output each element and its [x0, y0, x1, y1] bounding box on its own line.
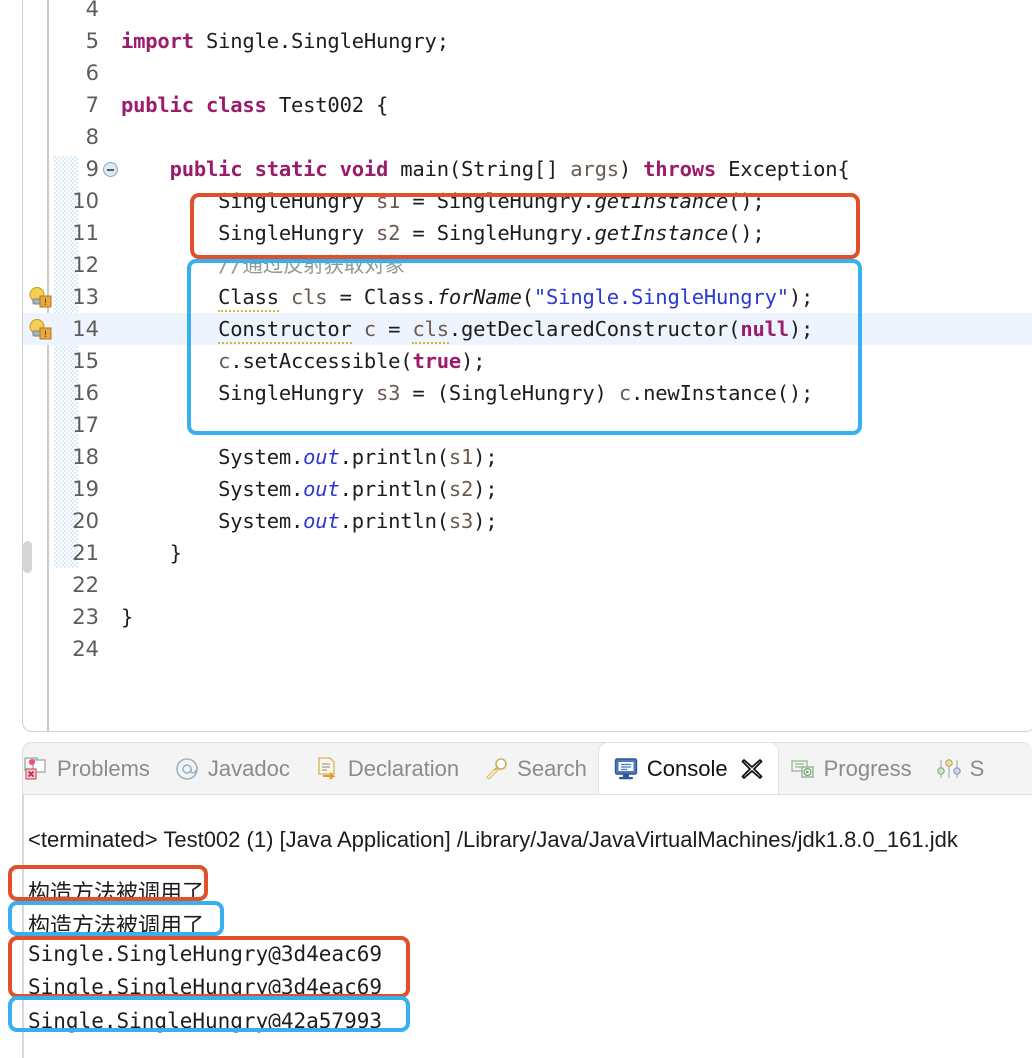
line-number: 11	[72, 221, 99, 245]
servers-icon	[936, 756, 962, 782]
progress-icon	[790, 756, 816, 782]
eclipse-ide-screenshot: 4 5 import Single.SingleHungry; 6 7 publ…	[0, 0, 1032, 1058]
tab-problems[interactable]: Problems	[23, 743, 162, 795]
code-line[interactable]: 21 }	[23, 537, 1032, 569]
tab-console[interactable]: Console	[598, 743, 778, 795]
code-line[interactable]: 7 public class Test002 {	[23, 89, 1032, 121]
code-text: }	[121, 605, 134, 629]
close-icon[interactable]	[740, 757, 764, 781]
line-number: 6	[85, 61, 99, 85]
code-line[interactable]: 6	[23, 57, 1032, 89]
javadoc-icon	[174, 756, 200, 782]
code-line-active[interactable]: ! 14 Constructor c = cls.getDeclaredCons…	[23, 313, 1032, 345]
code-line[interactable]: 23 }	[23, 601, 1032, 633]
code-line[interactable]: 17	[23, 409, 1032, 441]
line-number: 13	[72, 285, 99, 309]
line-number: 24	[72, 637, 99, 661]
code-text: System.out.println(s1);	[121, 445, 498, 469]
code-line[interactable]: 16 SingleHungry s3 = (SingleHungry) c.ne…	[23, 377, 1032, 409]
line-number: 16	[72, 381, 99, 405]
code-line[interactable]: 22	[23, 569, 1032, 601]
console-output-area[interactable]: <terminated> Test002 (1) [Java Applicati…	[0, 795, 1032, 1058]
code-text: SingleHungry s3 = (SingleHungry) c.newIn…	[121, 381, 814, 405]
code-line[interactable]: 19 System.out.println(s2);	[23, 473, 1032, 505]
tab-label: Declaration	[347, 756, 460, 781]
code-text: import Single.SingleHungry;	[121, 29, 449, 53]
code-text: Class cls = Class.forName("Single.Single…	[121, 281, 813, 313]
tab-label: Search	[517, 756, 587, 781]
tab-servers[interactable]: S	[924, 743, 997, 795]
code-text: System.out.println(s2);	[121, 477, 498, 501]
line-number: 18	[72, 445, 99, 469]
line-number: 8	[85, 125, 99, 149]
code-comment: //通过反射获取对象	[121, 253, 405, 277]
console-left-edge	[22, 795, 24, 1058]
tab-label: Progress	[823, 756, 912, 781]
line-number: 7	[85, 93, 99, 117]
code-text: public class Test002 {	[121, 93, 389, 117]
tab-label: Problems	[57, 756, 150, 781]
code-line[interactable]: 11 SingleHungry s2 = SingleHungry.getIns…	[23, 217, 1032, 249]
search-icon	[483, 756, 509, 782]
code-line[interactable]: 8	[23, 121, 1032, 153]
code-line[interactable]: 4	[23, 0, 1032, 25]
line-number: 4	[85, 0, 99, 21]
code-text: SingleHungry s1 = SingleHungry.getInstan…	[121, 189, 765, 213]
code-line[interactable]: 9 public static void main(String[] args)…	[23, 153, 1032, 185]
line-number: 12	[72, 253, 99, 277]
tab-label: S	[969, 756, 985, 781]
console-process-header: <terminated> Test002 (1) [Java Applicati…	[28, 827, 958, 852]
code-line[interactable]: ! 13 Class cls = Class.forName("Single.S…	[23, 281, 1032, 313]
console-icon	[613, 756, 639, 782]
console-output-line: Single.SingleHungry@42a57993	[28, 1009, 383, 1033]
code-text: c.setAccessible(true);	[218, 349, 486, 373]
tab-search[interactable]: Search	[471, 743, 599, 795]
bottom-view-panel: Problems Javadoc Declaration Search Cons…	[0, 742, 1032, 1058]
code-editor[interactable]: 4 5 import Single.SingleHungry; 6 7 publ…	[22, 0, 1032, 732]
warning-bulb-icon[interactable]: !	[27, 318, 57, 340]
line-number: 19	[72, 477, 99, 501]
code-line[interactable]: 24	[23, 633, 1032, 665]
console-output-line: 构造方法被调用了	[28, 881, 205, 906]
code-line[interactable]: 18 System.out.println(s1);	[23, 441, 1032, 473]
line-number: 9	[85, 157, 99, 181]
code-line[interactable]: 10 SingleHungry s1 = SingleHungry.getIns…	[23, 185, 1032, 217]
fold-collapse-icon[interactable]	[103, 162, 118, 177]
code-text: Constructor c = cls.getDeclaredConstruct…	[121, 313, 813, 345]
console-output-line: 构造方法被调用了	[28, 914, 205, 939]
warning-bulb-icon[interactable]: !	[27, 286, 57, 308]
console-output-line: Single.SingleHungry@3d4eac69	[28, 942, 383, 966]
line-number: 15	[72, 349, 99, 373]
line-number: 21	[72, 541, 99, 565]
declaration-icon	[314, 756, 340, 782]
code-line[interactable]: 15 c.setAccessible(true);	[23, 345, 1032, 377]
code-text: public static void main(String[] args) t…	[169, 157, 850, 181]
tab-progress[interactable]: Progress	[778, 743, 924, 795]
code-line[interactable]: 5 import Single.SingleHungry;	[23, 25, 1032, 57]
line-number: 5	[85, 29, 99, 53]
line-number: 23	[72, 605, 99, 629]
code-line[interactable]: 12 //通过反射获取对象	[23, 249, 1032, 281]
line-number: 14	[72, 317, 99, 341]
tab-label: Console	[646, 756, 728, 781]
problems-icon	[23, 756, 49, 782]
code-lines: 4 5 import Single.SingleHungry; 6 7 publ…	[23, 0, 1032, 665]
code-text: }	[121, 541, 182, 565]
line-number: 17	[72, 413, 99, 437]
code-text: SingleHungry s2 = SingleHungry.getInstan…	[121, 221, 765, 245]
line-number: 20	[72, 509, 99, 533]
tab-list: Problems Javadoc Declaration Search Cons…	[23, 743, 996, 795]
line-number: 10	[72, 189, 99, 213]
tab-label: Javadoc	[207, 756, 290, 781]
svg-text:!: !	[44, 330, 48, 340]
code-text: System.out.println(s3);	[121, 509, 498, 533]
code-line[interactable]: 20 System.out.println(s3);	[23, 505, 1032, 537]
tab-javadoc[interactable]: Javadoc	[162, 743, 302, 795]
console-output-line: Single.SingleHungry@3d4eac69	[28, 975, 383, 999]
view-tabbar[interactable]: Problems Javadoc Declaration Search Cons…	[22, 742, 1032, 795]
tab-declaration[interactable]: Declaration	[302, 743, 471, 795]
svg-text:!: !	[44, 298, 48, 308]
line-number: 22	[72, 573, 99, 597]
